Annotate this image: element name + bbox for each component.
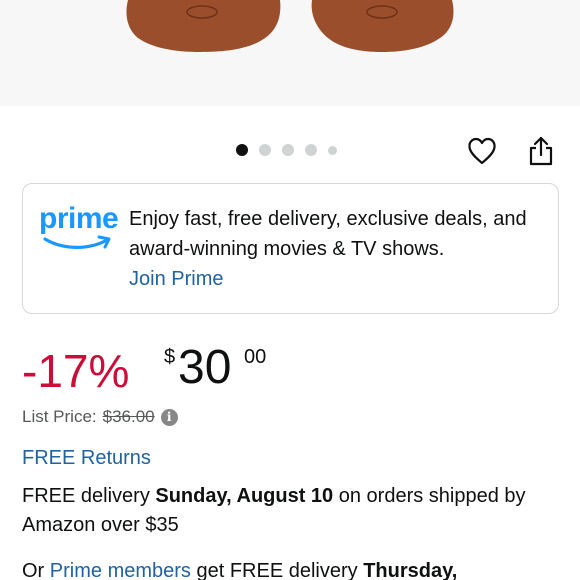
price-fraction: 00 [244, 346, 267, 368]
delivery-prefix: FREE delivery [22, 485, 156, 507]
join-prime-link[interactable]: Join Prime [129, 268, 223, 291]
carousel-dot[interactable] [259, 144, 271, 156]
delivery-info: FREE delivery Sunday, August 10 on order… [22, 482, 562, 540]
carousel-dot[interactable] [282, 144, 294, 156]
heart-icon [468, 137, 496, 165]
prime-members-link[interactable]: Prime members [50, 560, 191, 580]
delivery-date: Sunday, August 10 [155, 485, 334, 507]
product-image[interactable] [0, 0, 580, 106]
carousel-dot-active[interactable] [236, 144, 248, 156]
price-currency: $ [164, 346, 176, 368]
free-returns-link[interactable]: FREE Returns [22, 447, 151, 470]
share-icon [529, 136, 553, 166]
prime-promo-message: Enjoy fast, free delivery, exclusive dea… [129, 208, 527, 260]
prime-logo-text: prime [39, 202, 119, 235]
prime-logo: prime [39, 202, 119, 252]
list-price-label: List Price: [22, 407, 97, 426]
prime-delivery-prefix: Or [22, 560, 50, 580]
prime-delivery-middle: get FREE delivery [190, 560, 364, 580]
list-price-row: List Price: $36.00 i [22, 407, 178, 427]
share-button[interactable] [524, 134, 558, 168]
carousel-dot[interactable] [305, 144, 317, 156]
prime-delivery-info: Or Prime members get FREE delivery Thurs… [22, 557, 580, 580]
prime-promo-card[interactable]: prime Enjoy fast, free delivery, exclusi… [22, 183, 559, 314]
image-carousel-dots[interactable] [236, 144, 337, 156]
list-price-value: $36.00 [102, 407, 155, 426]
carousel-dot[interactable] [328, 145, 337, 155]
sandal-soles-image [126, 0, 454, 52]
prime-delivery-date: Thursday, [363, 560, 458, 580]
discount-percent: -17% [22, 345, 130, 397]
info-icon[interactable]: i [160, 408, 178, 426]
wishlist-button[interactable] [465, 134, 499, 168]
price-whole: 30 [178, 341, 232, 394]
prime-smile-icon [43, 235, 111, 249]
